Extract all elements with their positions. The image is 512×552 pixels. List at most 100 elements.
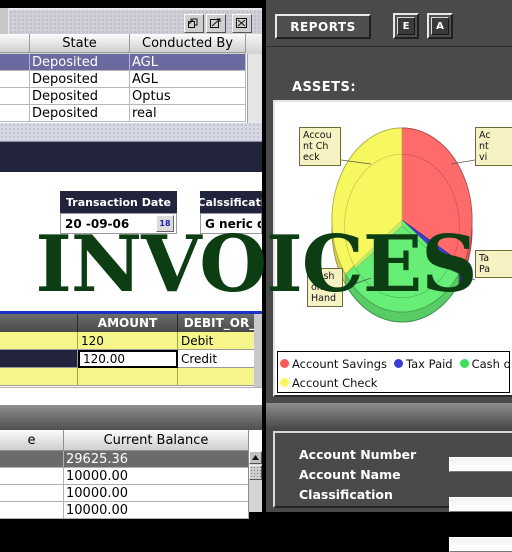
amount-table-scrollbar[interactable] [254, 314, 262, 387]
transactions-window: State Conducted By Deposited AGL Deposited… [0, 8, 262, 123]
balance-row[interactable]: 10000.00 [0, 502, 262, 519]
amount-row[interactable]: 120.00 Credit [0, 350, 262, 368]
classification-label: Calssificati [200, 191, 262, 213]
tab-reports[interactable]: REPORTS [275, 14, 371, 39]
column-header-debit-or[interactable]: DEBIT_OR_ [178, 314, 262, 332]
classification-group: Calssificati G neric o [200, 191, 262, 234]
cell-name [0, 468, 64, 485]
legend-swatch-tax-paid [394, 359, 404, 368]
table-row[interactable]: Deposited real [0, 105, 262, 122]
callout-account-savings: Ac nt vi [475, 127, 512, 166]
table-vertical-scrollbar[interactable] [247, 54, 262, 123]
account-form: Account Number Account Name Classificati… [273, 431, 512, 552]
balances-header-row: e Current Balance [0, 430, 262, 451]
amount-table-body[interactable]: 120 Debit 120.00 Credit [0, 332, 262, 387]
transactions-table[interactable]: State Conducted By Deposited AGL Deposited… [0, 34, 262, 123]
balances-table-body[interactable]: 29625.36 10000.00 10000.00 10000.00 [0, 451, 262, 519]
legend-label-account-savings: Account Savings [292, 356, 388, 371]
legend-row-1: Account Savings Tax Paid Cash o [280, 354, 509, 373]
assets-button[interactable]: A [427, 13, 453, 39]
amount-table-header: AMOUNT DEBIT_OR_ [0, 314, 262, 332]
cell-current-balance: 10000.00 [64, 468, 249, 485]
balance-row[interactable]: 29625.36 [0, 451, 262, 468]
column-header-current-balance[interactable]: Current Balance [64, 430, 249, 451]
chart-legend: Account Savings Tax Paid Cash o Account … [277, 351, 510, 393]
cell-debit-or: Credit [178, 350, 262, 368]
close-button[interactable] [232, 14, 252, 33]
column-header-amount[interactable]: AMOUNT [78, 314, 178, 332]
cell-state: Deposited [30, 88, 130, 105]
cell-blank [0, 368, 78, 386]
column-header-blank-2[interactable] [0, 314, 78, 332]
account-number-row: Account Number [299, 445, 512, 472]
column-header-name[interactable]: e [0, 430, 64, 451]
legend-label-cash-on-hand: Cash o [471, 356, 510, 371]
table-row[interactable]: Deposited AGL [0, 71, 262, 88]
transaction-date-group: Transaction Date 20 -09-06 18 [60, 191, 177, 234]
pie-chart-canvas: Accou nt Ch eck Ac nt vi Ta Pa Cash on Hand [275, 102, 512, 351]
scrollbar-thumb[interactable] [249, 465, 262, 480]
transaction-date-value: 20 -09-06 [65, 216, 130, 231]
assets-pie-chart[interactable]: Accou nt Ch eck Ac nt vi Ta Pa Cash on Hand Acc… [273, 100, 512, 397]
triangle-up-icon[interactable] [249, 451, 262, 464]
cell-name [0, 502, 64, 519]
table-header-row: State Conducted By [0, 34, 262, 54]
screen: State Conducted By Deposited AGL Deposited… [0, 0, 512, 552]
reports-tab-bar: REPORTS E A [266, 8, 512, 47]
panel-divider [0, 405, 262, 430]
callout-tax-paid: Ta Pa [475, 250, 512, 278]
cell-name [0, 485, 64, 502]
legend-swatch-account-savings [280, 359, 289, 368]
cell-amount[interactable]: 120.00 [78, 350, 178, 368]
column-header-blank[interactable] [0, 34, 30, 53]
cell-state: Deposited [30, 71, 130, 88]
cell-state: Deposited [30, 54, 130, 71]
expense-button-label: E [397, 17, 415, 35]
classification-row: Classification [299, 485, 512, 552]
callout-cash-on-hand: Cash on Hand [307, 268, 343, 307]
column-header-conducted-by[interactable]: Conducted By [130, 34, 246, 53]
balance-row[interactable]: 10000.00 [0, 468, 262, 485]
cell-conducted-by: AGL [130, 54, 246, 71]
legend-row-2: Account Check [280, 373, 509, 392]
maximize-button[interactable] [206, 14, 226, 33]
legend-swatch-account-check [280, 378, 289, 387]
table-row[interactable]: Deposited AGL [0, 54, 262, 71]
window-title-bar[interactable] [8, 8, 262, 36]
invoice-form-window: Transaction Date 20 -09-06 18 Calssifica… [0, 123, 262, 405]
assets-button-label: A [431, 17, 449, 35]
legend-item-cash-on-hand: Cash o [459, 356, 510, 371]
table-body: Deposited AGL Deposited AGL Deposited Optus De… [0, 54, 262, 122]
cell-blank [0, 105, 30, 122]
cell-blank [0, 88, 30, 105]
legend-item-tax-paid: Tax Paid [394, 357, 453, 371]
balances-scrollbar[interactable] [248, 451, 262, 512]
form-header-band [0, 142, 262, 172]
cell-name [0, 451, 64, 468]
amount-row[interactable]: 120 Debit [0, 332, 262, 350]
cell-state: Deposited [30, 105, 130, 122]
account-number-label: Account Number [299, 446, 417, 462]
form-title-bar[interactable] [0, 123, 262, 142]
column-header-state[interactable]: State [30, 34, 130, 53]
cell-amount [78, 368, 178, 386]
cell-blank [0, 332, 78, 350]
amount-row[interactable] [0, 368, 262, 386]
classification-form-input[interactable] [449, 537, 512, 552]
balances-window: e Current Balance 29625.36 10000.00 10000.… [0, 430, 262, 519]
restore-button[interactable] [184, 14, 204, 33]
cell-debit-or: Debit [178, 332, 262, 350]
cell-current-balance: 10000.00 [64, 485, 249, 502]
account-name-label: Account Name [299, 466, 401, 482]
table-row[interactable]: Deposited Optus [0, 88, 262, 105]
transaction-date-input[interactable]: 20 -09-06 18 [60, 213, 177, 234]
expense-button[interactable]: E [393, 13, 419, 39]
date-spinner-icon[interactable]: 18 [156, 215, 174, 232]
reports-panel-divider [266, 403, 512, 427]
classification-input[interactable]: G neric o [200, 213, 262, 234]
cell-conducted-by: real [130, 105, 246, 122]
cell-debit-or [178, 368, 262, 386]
cell-blank [0, 350, 78, 368]
balance-row[interactable]: 10000.00 [0, 485, 262, 502]
amount-table-footer [0, 387, 262, 405]
